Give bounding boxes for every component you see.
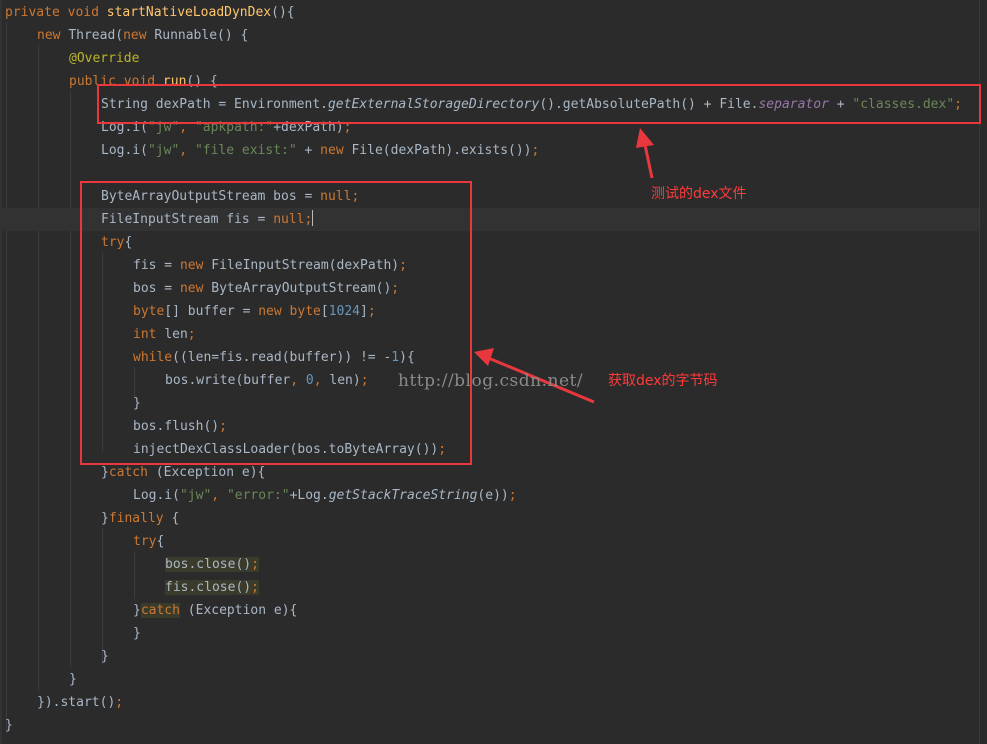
dex-bytes-callout: 获取dex的字节码: [608, 373, 718, 389]
dex-file-callout: 测试的dex文件: [651, 186, 747, 202]
blog-watermark: http://blog.csdn.net/: [398, 371, 584, 391]
arrow-up-icon: [636, 128, 654, 179]
